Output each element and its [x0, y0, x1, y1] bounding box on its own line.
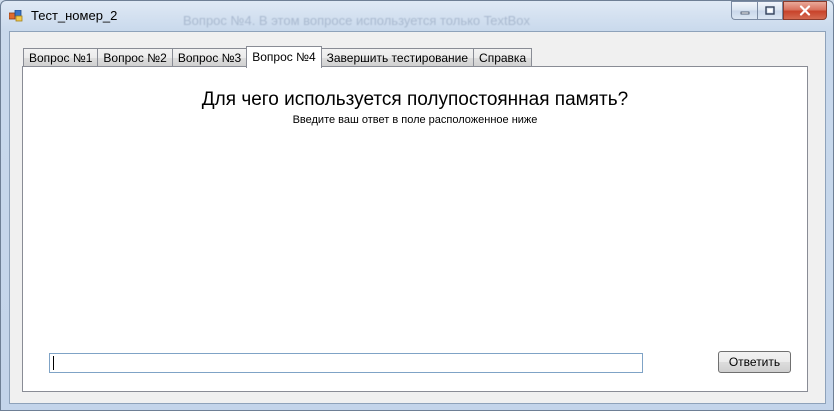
tab-question-2[interactable]: Вопрос №2 [97, 48, 173, 67]
app-window: Тест_номер_2 Вопрос №4. В этом вопросе и… [0, 0, 834, 411]
tab-question-3[interactable]: Вопрос №3 [171, 48, 248, 67]
tab-question-4[interactable]: Вопрос №4 [246, 46, 322, 68]
tab-strip: Вопрос №1 Вопрос №2 Вопрос №3 Вопрос №4 … [23, 45, 533, 68]
maximize-icon [765, 6, 775, 15]
tab-page-question-4: Для чего используется полупостоянная пам… [22, 66, 808, 392]
close-icon [799, 5, 811, 16]
minimize-icon [740, 11, 749, 14]
ghost-title-text: Вопрос №4. В этом вопросе используется т… [183, 13, 531, 28]
title-bar[interactable]: Тест_номер_2 Вопрос №4. В этом вопросе и… [1, 1, 833, 31]
tab-question-1[interactable]: Вопрос №1 [23, 48, 99, 67]
app-icon [9, 10, 23, 22]
question-text: Для чего используется полупостоянная пам… [201, 89, 629, 110]
close-button[interactable] [783, 1, 827, 20]
maximize-button[interactable] [757, 1, 783, 20]
window-title: Тест_номер_2 [31, 8, 118, 23]
caption-buttons [731, 1, 827, 21]
client-area: Вопрос №1 Вопрос №2 Вопрос №3 Вопрос №4 … [9, 31, 826, 404]
tab-finish-testing[interactable]: Завершить тестирование [320, 48, 475, 67]
answer-button[interactable]: Ответить [718, 351, 791, 373]
answer-input[interactable] [49, 353, 643, 373]
tab-help[interactable]: Справка [473, 48, 533, 67]
text-caret [53, 356, 54, 370]
hint-text: Введите ваш ответ в поле расположенное н… [292, 114, 538, 126]
minimize-button[interactable] [731, 1, 757, 20]
